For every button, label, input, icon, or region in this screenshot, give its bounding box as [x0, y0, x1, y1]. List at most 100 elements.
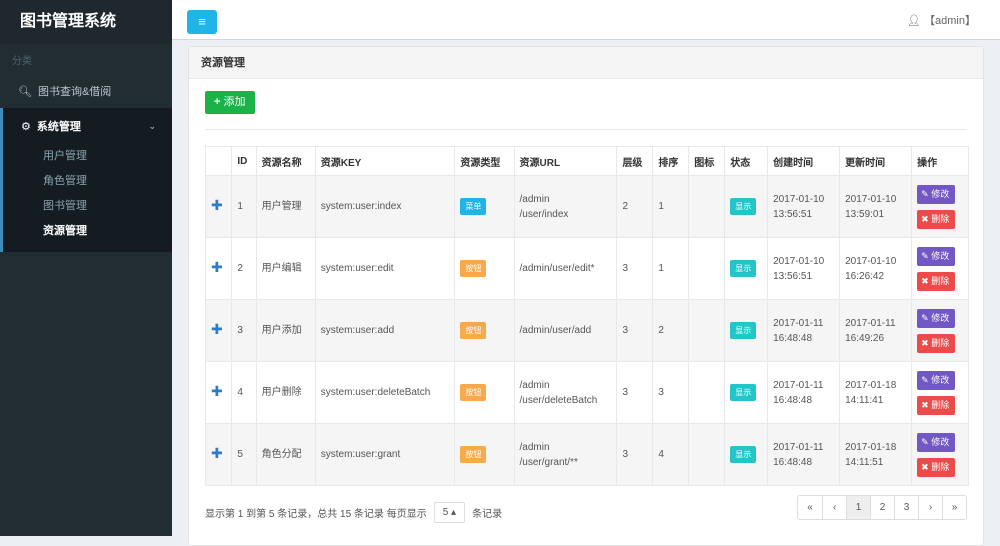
page-button[interactable]: »	[942, 496, 966, 519]
name-cell-text: 用户编辑	[261, 263, 302, 274]
edit-label: 修改	[931, 250, 950, 261]
delete-label: 删除	[931, 275, 950, 286]
page-button[interactable]: 3	[894, 496, 918, 519]
expand-cell[interactable]: ✚	[204, 423, 233, 486]
expand-plus-icon[interactable]: ✚	[211, 259, 223, 275]
panel-title: 资源管理	[189, 47, 983, 79]
sidebar-item-roles[interactable]: 角色管理	[3, 169, 172, 194]
page-size-select[interactable]: 5 ▴	[433, 502, 466, 523]
sidebar-item-users[interactable]: 用户管理	[3, 144, 172, 169]
created-cell: 2017-01-11 16:48:48	[767, 361, 841, 424]
status-cell: 显示	[724, 237, 769, 300]
edit-label: 修改	[931, 188, 950, 199]
sort-cell-text: 1	[658, 201, 664, 212]
sort-cell: 4	[652, 423, 690, 486]
name-cell-text: 用户删除	[261, 387, 302, 398]
expand-plus-icon[interactable]: ✚	[211, 197, 223, 213]
edit-button[interactable]: ✎ 修改	[917, 184, 956, 204]
column-header: 状态	[724, 146, 769, 176]
level-cell: 3	[616, 299, 654, 362]
status-cell: 显示	[724, 361, 769, 424]
page-button[interactable]: 1	[846, 496, 870, 519]
edit-button[interactable]: ✎ 修改	[917, 370, 956, 390]
delete-button[interactable]: ✖ 删除	[917, 333, 956, 353]
expand-cell[interactable]: ✚	[204, 175, 233, 238]
icon-cell	[688, 237, 726, 300]
key-cell: system:user:add	[314, 299, 456, 362]
menu-toggle-button[interactable]: ≡	[187, 10, 217, 34]
close-icon: ✖	[921, 461, 929, 472]
url-cell: /admin /user/grant/**	[513, 423, 618, 486]
updated-cell: 2017-01-10 16:26:42	[839, 237, 913, 300]
url-cell: /admin /user/deleteBatch	[513, 361, 618, 424]
level-cell: 3	[616, 423, 654, 486]
type-badge: 按钮	[460, 384, 487, 401]
sidebar-item-book-search[interactable]: 🔍︎ 图书查询&借阅	[0, 74, 172, 108]
updated-cell-text: 2017-01-11 16:49:26	[845, 317, 896, 344]
created-cell: 2017-01-10 13:56:51	[767, 237, 841, 300]
sidebar-item-system[interactable]: ⚙ 系统管理 ⌄	[3, 108, 172, 144]
actions-cell: ✎ 修改 ✖ 删除	[911, 361, 969, 424]
table-row: ✚ 1 用户管理 system:user:index 菜单/admin /user/in…	[204, 175, 969, 238]
level-cell-text: 3	[622, 325, 628, 336]
page-size-value: 5	[442, 507, 449, 518]
created-cell: 2017-01-10 13:56:51	[767, 175, 841, 238]
user-menu[interactable]: 👤︎ 【admin】	[907, 12, 976, 28]
actions-cell: ✎ 修改 ✖ 删除	[911, 237, 969, 300]
page-button[interactable]: ›	[918, 496, 942, 519]
type-cell: 按钮	[454, 361, 515, 424]
expand-cell[interactable]: ✚	[204, 299, 233, 362]
delete-button[interactable]: ✖ 删除	[917, 395, 956, 415]
type-cell: 菜单	[454, 175, 515, 238]
sort-cell-text: 4	[658, 449, 664, 460]
delete-button[interactable]: ✖ 删除	[917, 457, 956, 477]
icon-cell	[688, 361, 726, 424]
page-button[interactable]: «	[798, 496, 822, 519]
sort-cell: 1	[652, 175, 690, 238]
page-button[interactable]: 2	[870, 496, 894, 519]
expand-plus-icon[interactable]: ✚	[211, 445, 223, 461]
sort-cell: 1	[652, 237, 690, 300]
actions-cell: ✎ 修改 ✖ 删除	[911, 423, 969, 486]
close-icon: ✖	[921, 337, 929, 348]
search-icon: 🔍︎	[18, 85, 32, 98]
column-header: 资源KEY	[314, 146, 456, 176]
expand-plus-icon[interactable]: ✚	[211, 383, 223, 399]
page-button[interactable]: ‹	[822, 496, 846, 519]
edit-button[interactable]: ✎ 修改	[917, 308, 956, 328]
add-button[interactable]: + 添加	[205, 91, 255, 114]
category-label: 分类	[12, 56, 32, 67]
url-cell-text: /admin /user/index	[519, 193, 569, 220]
expand-cell[interactable]: ✚	[204, 237, 233, 300]
type-badge: 按钮	[460, 260, 487, 277]
url-cell-text: /admin/user/add	[519, 325, 592, 336]
column-header: 资源URL	[513, 146, 618, 176]
level-cell-text: 3	[622, 263, 628, 274]
key-cell-text: system:user:deleteBatch	[320, 387, 431, 398]
status-badge: 显示	[730, 384, 757, 401]
delete-button[interactable]: ✖ 删除	[917, 209, 956, 229]
updated-cell: 2017-01-18 14:11:41	[839, 361, 913, 424]
table-row: ✚ 4 用户删除 system:user:deleteBatch 按钮/admin /u…	[204, 361, 969, 424]
created-cell-text: 2017-01-10 13:56:51	[773, 193, 825, 220]
status-badge: 显示	[730, 260, 757, 277]
level-cell-text: 3	[622, 449, 628, 460]
sidebar-item-books[interactable]: 图书管理	[3, 194, 172, 219]
id-cell: 4	[231, 361, 257, 424]
key-cell-text: system:user:edit	[320, 263, 394, 274]
level-cell: 3	[616, 237, 654, 300]
edit-button[interactable]: ✎ 修改	[917, 246, 956, 266]
pagination: «‹ 1 2 3 ›»	[797, 495, 967, 520]
edit-button[interactable]: ✎ 修改	[917, 432, 956, 452]
icon-cell	[688, 299, 726, 362]
name-cell-text: 角色分配	[261, 449, 302, 460]
column-header: 排序	[652, 146, 690, 176]
expand-plus-icon[interactable]: ✚	[211, 321, 223, 337]
key-cell-text: system:user:index	[320, 201, 402, 212]
sidebar-item-label: 图书查询&借阅	[37, 86, 112, 98]
edit-icon: ✎	[921, 250, 929, 261]
key-cell-text: system:user:grant	[320, 449, 401, 460]
sidebar-item-resources[interactable]: 资源管理	[3, 219, 172, 244]
delete-button[interactable]: ✖ 删除	[917, 271, 956, 291]
expand-cell[interactable]: ✚	[204, 361, 233, 424]
